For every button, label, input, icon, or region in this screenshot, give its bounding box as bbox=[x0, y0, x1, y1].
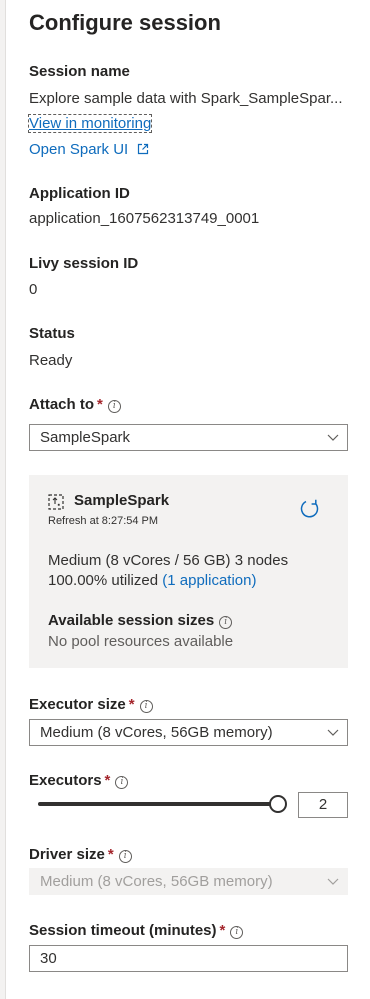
panel-title: Configure session bbox=[29, 10, 221, 35]
external-link-icon bbox=[137, 143, 148, 155]
session-timeout-label-text: Session timeout (minutes) bbox=[29, 922, 217, 939]
executors-slider-track[interactable] bbox=[38, 802, 278, 806]
status-label: Status bbox=[29, 325, 75, 342]
session-name-value: Explore sample data with Spark_SampleSpa… bbox=[29, 90, 343, 107]
open-spark-ui-link[interactable]: Open Spark UI bbox=[29, 141, 149, 159]
info-icon[interactable]: i bbox=[115, 776, 129, 789]
driver-size-selected: Medium (8 vCores, 56GB memory) bbox=[40, 873, 273, 890]
session-name-label: Session name bbox=[29, 63, 130, 80]
pool-utilized-text: 100.00% utilized bbox=[48, 572, 159, 589]
pool-utilization: 100.00% utilized (1 application) bbox=[48, 572, 256, 589]
refresh-icon[interactable] bbox=[299, 498, 321, 520]
attach-to-dropdown[interactable]: SampleSpark bbox=[29, 424, 348, 451]
spark-pool-icon bbox=[48, 494, 64, 510]
info-icon[interactable]: i bbox=[107, 400, 121, 413]
required-mark: * bbox=[107, 846, 114, 863]
required-mark: * bbox=[219, 922, 226, 939]
pool-application-link[interactable]: (1 application) bbox=[162, 572, 256, 589]
executor-size-label: Executor size * i bbox=[29, 696, 153, 713]
session-timeout-label: Session timeout (minutes) * i bbox=[29, 922, 244, 939]
executors-label-text: Executors bbox=[29, 772, 102, 789]
panel-left-border bbox=[0, 0, 6, 999]
pool-name: SampleSpark bbox=[74, 492, 170, 509]
attach-to-label: Attach to * i bbox=[29, 396, 121, 413]
executors-slider-thumb[interactable] bbox=[269, 795, 287, 813]
executors-label: Executors * i bbox=[29, 772, 129, 789]
application-id-value: application_1607562313749_0001 bbox=[29, 210, 260, 227]
info-icon[interactable]: i bbox=[139, 700, 153, 713]
livy-session-id-label: Livy session ID bbox=[29, 255, 139, 272]
required-mark: * bbox=[97, 396, 103, 413]
executor-size-dropdown[interactable]: Medium (8 vCores, 56GB memory) bbox=[29, 719, 348, 746]
livy-session-id-value: 0 bbox=[29, 281, 38, 298]
info-icon[interactable]: i bbox=[230, 926, 244, 939]
executor-size-selected: Medium (8 vCores, 56GB memory) bbox=[40, 724, 273, 741]
executors-count-input[interactable]: 2 bbox=[298, 792, 348, 818]
open-spark-ui-label: Open Spark UI bbox=[29, 141, 129, 158]
application-id-label: Application ID bbox=[29, 185, 130, 202]
chevron-down-icon bbox=[327, 434, 339, 441]
info-icon[interactable]: i bbox=[219, 616, 233, 629]
attach-to-label-text: Attach to bbox=[29, 396, 94, 413]
info-icon[interactable]: i bbox=[118, 850, 132, 863]
view-in-monitoring-link[interactable]: View in monitoring bbox=[27, 114, 153, 133]
chevron-down-icon bbox=[327, 729, 339, 736]
required-mark: * bbox=[104, 772, 111, 789]
pool-size-text: Medium (8 vCores / 56 GB) 3 nodes bbox=[48, 552, 289, 569]
driver-size-label: Driver size * i bbox=[29, 846, 132, 863]
available-session-sizes-label: Available session sizes i bbox=[48, 612, 233, 629]
chevron-down-icon bbox=[327, 878, 339, 885]
attach-to-selected: SampleSpark bbox=[40, 429, 131, 446]
driver-size-dropdown: Medium (8 vCores, 56GB memory) bbox=[29, 868, 348, 895]
pool-refresh-time: Refresh at 8:27:54 PM bbox=[48, 515, 159, 527]
available-session-sizes-text: Available session sizes bbox=[48, 612, 215, 629]
status-value: Ready bbox=[29, 352, 73, 369]
session-timeout-input[interactable]: 30 bbox=[29, 945, 348, 972]
available-session-sizes-value: No pool resources available bbox=[48, 633, 234, 650]
driver-size-label-text: Driver size bbox=[29, 846, 105, 863]
executor-size-label-text: Executor size bbox=[29, 696, 126, 713]
required-mark: * bbox=[128, 696, 135, 713]
